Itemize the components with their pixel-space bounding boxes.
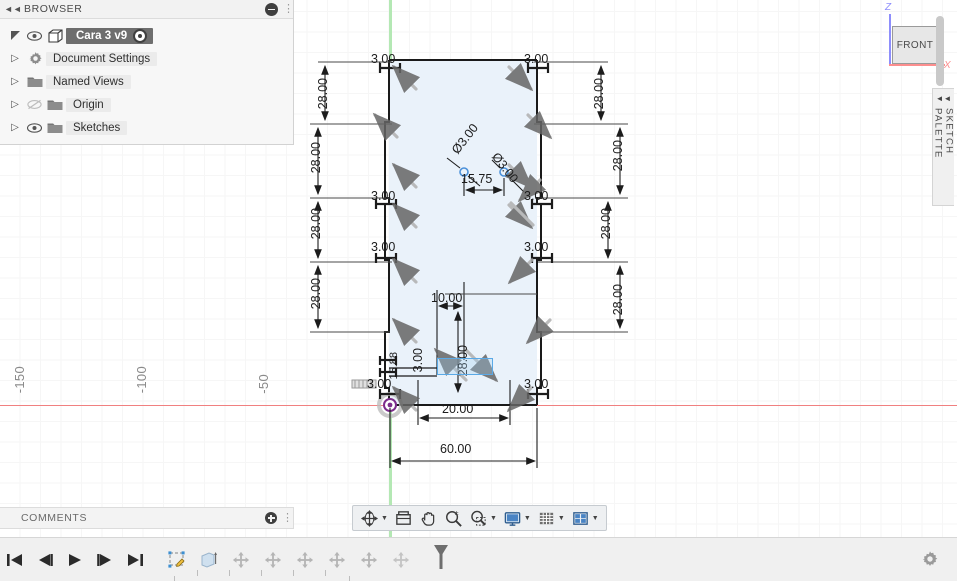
selected-dimension-highlight[interactable] — [437, 358, 493, 375]
viewport-scrollbar[interactable] — [936, 16, 944, 86]
tree-node-named-views[interactable]: ▷ Named Views — [0, 70, 293, 93]
chevron-right-icon[interactable]: ▷ — [6, 53, 24, 64]
timeline-bar[interactable] — [0, 537, 957, 581]
activate-component-radio[interactable] — [133, 28, 148, 43]
navigation-bar[interactable]: ▼ ± ▼ ▼ ▼ ▼ — [352, 505, 607, 531]
dimension-label[interactable]: 3.00 — [524, 189, 548, 203]
chevron-right-icon[interactable]: ▷ — [6, 76, 24, 87]
viewcube-z-label: Z — [885, 2, 892, 13]
chevron-right-icon[interactable]: ▷ — [6, 122, 24, 133]
dimension-label[interactable]: 28.00 — [309, 142, 323, 173]
sketch-palette-label: SKETCH PALETTE — [932, 108, 955, 159]
jump-to-start-button[interactable] — [6, 552, 24, 568]
collapse-left-icon[interactable]: ◄◄ — [4, 4, 22, 14]
sketch-palette-tab[interactable]: ◄◄ SKETCH PALETTE — [932, 88, 955, 206]
browser-header: ◄◄ BROWSER ⋮ — [0, 0, 294, 19]
chevron-down-icon[interactable]: ▼ — [558, 515, 565, 522]
dimension-label[interactable]: 3.00 — [371, 52, 395, 66]
dimension-label[interactable]: 60.00 — [440, 442, 471, 456]
minimize-icon[interactable] — [265, 2, 278, 16]
sketch-feature-icon[interactable] — [166, 549, 188, 571]
orbit-icon[interactable]: ▼ — [358, 506, 390, 530]
zoom-window-icon[interactable]: ▼ — [467, 506, 499, 530]
tree-node-sketches[interactable]: ▷ Sketches — [0, 116, 293, 139]
expand-arrow-icon[interactable] — [6, 31, 24, 40]
dimension-label[interactable]: 15.75 — [461, 172, 492, 186]
dimension-label[interactable]: 28.00 — [309, 208, 323, 239]
dimension-label[interactable]: 3.00 — [524, 377, 548, 391]
dimension-label[interactable]: 28.00 — [309, 278, 323, 309]
body-cube-icon — [44, 28, 66, 43]
add-comment-icon[interactable] — [265, 512, 277, 524]
move-feature-icon[interactable] — [358, 549, 380, 571]
dimension-label[interactable]: 3.00 — [411, 348, 425, 372]
move-feature-icon[interactable] — [390, 549, 412, 571]
collapse-right-icon[interactable]: ◄◄ — [936, 94, 952, 103]
visibility-eye-icon[interactable] — [24, 122, 44, 133]
svg-text:±: ± — [455, 510, 459, 517]
folder-icon — [44, 121, 66, 134]
chevron-down-icon[interactable]: ▼ — [490, 515, 497, 522]
tree-item-label[interactable]: Document Settings — [46, 51, 158, 66]
move-feature-icon[interactable] — [262, 549, 284, 571]
look-at-icon[interactable] — [392, 506, 415, 530]
comments-drag-handle[interactable]: ⋮ — [282, 512, 293, 524]
chevron-down-icon[interactable]: ▼ — [592, 515, 599, 522]
browser-tree: Cara 3 v9 ▷ Document Settings ▷ Named Vi… — [0, 19, 293, 139]
pan-hand-icon[interactable] — [417, 506, 440, 530]
browser-panel: ◄◄ BROWSER ⋮ Cara 3 v9 ▷ Document Settin… — [0, 0, 294, 145]
dimension-label[interactable]: 15.88 — [388, 352, 400, 380]
dimension-label[interactable]: 28.00 — [611, 140, 625, 171]
dimension-label[interactable]: 28.00 — [611, 284, 625, 315]
extrude-feature-icon[interactable] — [198, 549, 220, 571]
tree-item-label[interactable]: Origin — [66, 97, 111, 112]
chevron-right-icon[interactable]: ▷ — [6, 99, 24, 110]
tree-item-label[interactable]: Named Views — [46, 74, 131, 89]
dimension-label[interactable]: 3.00 — [371, 240, 395, 254]
visibility-eye-icon[interactable] — [24, 30, 44, 41]
display-settings-icon[interactable]: ▼ — [501, 506, 533, 530]
move-feature-icon[interactable] — [326, 549, 348, 571]
dimension-label[interactable]: 3.00 — [371, 189, 395, 203]
gear-icon[interactable] — [921, 550, 939, 573]
dimension-label[interactable]: 28.00 — [316, 78, 330, 109]
grid-snaps-icon[interactable]: ▼ — [535, 506, 567, 530]
play-button[interactable] — [66, 552, 84, 568]
dimension-label[interactable]: 20.00 — [442, 402, 473, 416]
chevron-down-icon[interactable]: ▼ — [524, 515, 531, 522]
fusion-app-window: -150 -100 -50 3.00 3.00 28.00 28.00 28.0… — [0, 0, 957, 581]
tree-item-label[interactable]: Sketches — [66, 120, 128, 135]
panel-drag-handle[interactable]: ⋮ — [283, 3, 294, 15]
tree-node-origin[interactable]: ▷ Origin — [0, 93, 293, 116]
move-feature-icon[interactable] — [294, 549, 316, 571]
comments-label: COMMENTS — [21, 512, 88, 524]
dimension-label[interactable]: 28.00 — [599, 208, 613, 239]
tree-node-root[interactable]: Cara 3 v9 — [0, 24, 293, 47]
timeline-playback-controls — [0, 552, 144, 568]
zoom-icon[interactable]: ± — [442, 506, 465, 530]
tree-node-document-settings[interactable]: ▷ Document Settings — [0, 47, 293, 70]
chevron-down-icon[interactable]: ▼ — [381, 515, 388, 522]
dimension-label[interactable]: 3.00 — [524, 52, 548, 66]
viewcube-z-axis — [889, 14, 891, 66]
comments-bar[interactable]: COMMENTS ⋮ — [0, 507, 294, 529]
browser-title: BROWSER — [24, 3, 83, 15]
timeline-features — [166, 544, 450, 581]
viewcube-front-face[interactable]: FRONT — [892, 26, 938, 64]
viewcube-x-label: X — [944, 60, 951, 71]
step-forward-button[interactable] — [96, 552, 114, 568]
dimension-label[interactable]: 3.00 — [524, 240, 548, 254]
visibility-eye-off-icon[interactable] — [24, 99, 44, 110]
move-feature-icon[interactable] — [230, 549, 252, 571]
dimension-label[interactable]: 10.00 — [431, 291, 462, 305]
viewports-icon[interactable]: ▼ — [569, 506, 601, 530]
step-back-button[interactable] — [36, 552, 54, 568]
gear-icon — [24, 51, 46, 66]
jump-to-end-button[interactable] — [126, 552, 144, 568]
folder-icon — [44, 98, 66, 111]
dimension-label[interactable]: 28.00 — [592, 78, 606, 109]
timeline-rail — [174, 570, 350, 581]
timeline-marker[interactable] — [432, 544, 450, 575]
folder-icon — [24, 75, 46, 88]
